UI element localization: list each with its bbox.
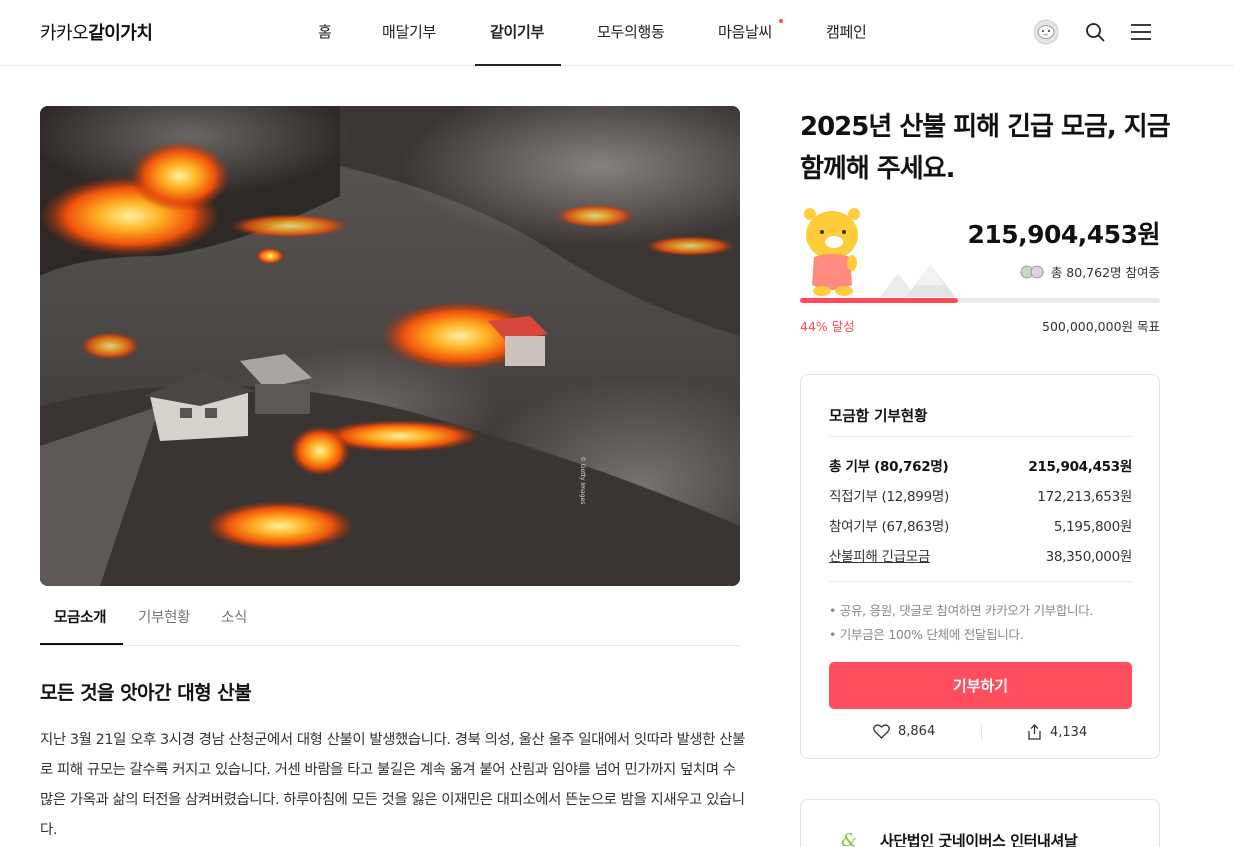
tab-donation-status[interactable]: 기부현황 [138, 606, 190, 627]
card-title: 모금함 기부현황 [829, 409, 928, 425]
content-tabs: 모금소개 기부현황 소식 [40, 596, 740, 646]
nav-campaign[interactable]: 캠페인 [826, 21, 867, 42]
share-icon [1028, 724, 1041, 740]
status-row-total: 총 기부 (80,762명) 215,904,453원 [829, 455, 1132, 475]
donation-status-card: 모금함 기부현황 총 기부 (80,762명) 215,904,453원 직접기… [800, 374, 1160, 759]
row-value: 38,350,000원 [1045, 549, 1133, 565]
participant-count-text: 총 80,762명 참여중 [1050, 265, 1160, 280]
like-button[interactable]: 8,864 [873, 724, 935, 739]
status-row-participation: 참여기부 (67,863명) 5,195,800원 [829, 515, 1132, 535]
participant-avatars-icon [1020, 265, 1044, 278]
top-header: 카카오같이가치 홈 매달기부 같이기부 모두의행동 마음날씨 캠페인 [0, 0, 1234, 66]
nav-mind-weather[interactable]: 마음날씨 [718, 21, 772, 42]
progress-percent: 44% 달성 [800, 319, 855, 334]
emergency-fund-link[interactable]: 산불피해 긴급모금 [829, 549, 930, 565]
share-count: 4,134 [1050, 724, 1088, 740]
note-participation: • 공유, 응원, 댓글로 참여하면 카카오가 기부합니다. [829, 603, 1094, 618]
like-count: 8,864 [898, 724, 936, 739]
nav-monthly[interactable]: 매달기부 [382, 21, 436, 42]
nav-action[interactable]: 모두의행동 [597, 21, 665, 42]
heart-icon [873, 724, 890, 739]
ryan-mascot-icon [798, 205, 968, 300]
nav-together[interactable]: 같이기부 [490, 21, 544, 42]
menu-icon[interactable] [1127, 18, 1155, 46]
campaign-title: 2025년 산불 피해 긴급 모금, 지금 함께해 주세요. [800, 112, 1171, 184]
goal-amount: 500,000,000원 목표 [1042, 319, 1160, 334]
organization-logo: & [841, 830, 858, 847]
tab-news[interactable]: 소식 [221, 606, 247, 627]
total-raised-amount: 215,904,453원 [967, 220, 1160, 249]
site-logo[interactable]: 카카오같이가치 [40, 19, 153, 45]
progress-bar-fill [800, 298, 959, 303]
organization-name: 사단법인 굿네이버스 인터내셔날 [880, 832, 1078, 847]
row-value: 5,195,800원 [1053, 519, 1132, 535]
participant-count: 총 80,762명 참여중 [1019, 262, 1160, 281]
row-label: 직접기부 (12,899명) [829, 489, 949, 505]
row-label: 총 기부 (80,762명) [829, 459, 949, 475]
status-row-direct: 직접기부 (12,899명) 172,213,653원 [829, 485, 1132, 505]
donate-button[interactable]: 기부하기 [829, 662, 1132, 709]
search-icon[interactable] [1081, 18, 1109, 46]
row-value: 172,213,653원 [1037, 489, 1132, 505]
share-button[interactable]: 4,134 [1027, 724, 1087, 740]
tab-intro[interactable]: 모금소개 [54, 606, 106, 627]
active-tab-indicator [40, 643, 123, 645]
action-divider [981, 725, 982, 741]
note-delivery: • 기부금은 100% 단체에 전달됩니다. [829, 627, 1024, 642]
divider [829, 436, 1132, 437]
story-body: 지난 3월 21일 오후 3시경 경남 산청군에서 대형 산불이 발생했습니다.… [40, 732, 745, 838]
campaign-hero-image: © Getty Images [40, 106, 740, 586]
divider [829, 581, 1132, 582]
nav-home[interactable]: 홈 [318, 21, 332, 42]
active-nav-indicator [475, 64, 561, 66]
photo-credit: © Getty Images [579, 456, 586, 504]
new-badge-dot [779, 19, 783, 23]
row-label: 참여기부 (67,863명) [829, 519, 949, 535]
avatar-icon[interactable] [1032, 18, 1060, 46]
organization-card[interactable]: & 사단법인 굿네이버스 인터내셔날 [800, 799, 1160, 847]
story-title: 모든 것을 앗아간 대형 산불 [40, 682, 252, 704]
progress-bar [800, 298, 1160, 303]
row-value: 215,904,453원 [1028, 459, 1132, 475]
status-row-emergency: 산불피해 긴급모금 38,350,000원 [829, 545, 1132, 565]
